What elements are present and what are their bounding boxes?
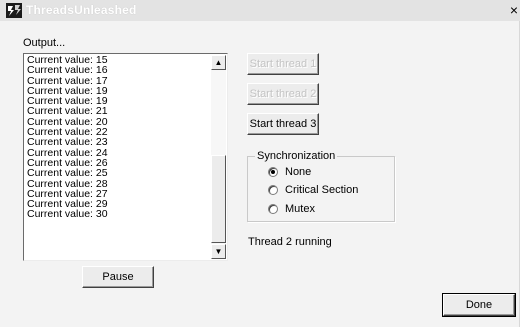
radio-none[interactable]: None (268, 166, 311, 178)
done-button[interactable]: Done (442, 293, 516, 317)
status-text: Thread 2 running (248, 236, 332, 248)
radio-critical-section[interactable]: Critical Section (268, 184, 358, 196)
scroll-thumb[interactable] (211, 155, 226, 243)
list-item[interactable]: Current value: 30 (27, 209, 207, 220)
output-scrollbar[interactable]: ▲ ▼ (211, 55, 226, 259)
output-list: Current value: 15 Current value: 16 Curren… (27, 55, 207, 220)
scroll-up-icon[interactable]: ▲ (211, 55, 226, 70)
title-bar[interactable]: ThreadsUnleashed × (0, 0, 520, 21)
radio-label-none: None (285, 166, 312, 178)
start-thread-3-button[interactable]: Start thread 3 (247, 113, 319, 135)
radio-button[interactable] (268, 204, 278, 214)
app-icon (6, 3, 22, 18)
radio-button-checked[interactable] (268, 167, 278, 177)
radio-label-critical-section: Critical Section (285, 184, 359, 196)
radio-label-mutex: Mutex (285, 203, 315, 215)
output-label: Output... (23, 37, 66, 49)
pause-button[interactable]: Pause (82, 266, 154, 288)
radio-mutex[interactable]: Mutex (268, 203, 315, 215)
start-thread-2-button[interactable]: Start thread 2 (247, 83, 319, 105)
output-listbox[interactable]: Current value: 15 Current value: 16 Curren… (23, 53, 228, 261)
scroll-down-icon[interactable]: ▼ (211, 244, 226, 259)
synchronization-label: Synchronization (255, 150, 338, 162)
radio-button[interactable] (268, 185, 278, 195)
close-icon[interactable]: × (510, 3, 518, 17)
app-window: ThreadsUnleashed × Output... Current val… (0, 0, 520, 327)
start-thread-1-button[interactable]: Start thread 1 (247, 53, 319, 75)
window-title: ThreadsUnleashed (26, 3, 137, 17)
